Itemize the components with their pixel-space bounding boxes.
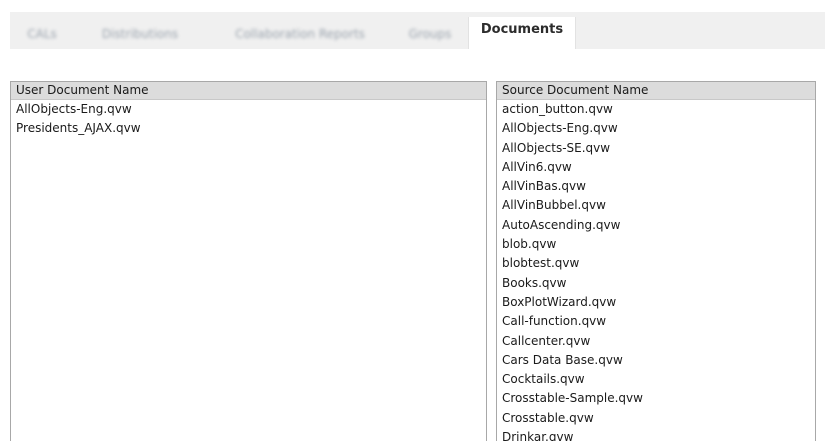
- user-documents-list[interactable]: User Document Name AllObjects-Eng.qvw Pr…: [10, 81, 487, 441]
- list-item[interactable]: BoxPlotWizard.qvw: [497, 293, 815, 312]
- tab-distributions[interactable]: Distributions: [80, 20, 200, 49]
- list-item[interactable]: Drinkar.qvw: [497, 428, 815, 441]
- list-item[interactable]: AllVinBas.qvw: [497, 177, 815, 196]
- list-item[interactable]: Crosstable-Sample.qvw: [497, 389, 815, 408]
- list-item[interactable]: AllObjects-SE.qvw: [497, 139, 815, 158]
- list-item[interactable]: Crosstable.qvw: [497, 409, 815, 428]
- tab-cals[interactable]: CALs: [20, 20, 64, 49]
- list-item[interactable]: AllVinBubbel.qvw: [497, 196, 815, 215]
- list-item[interactable]: AutoAscending.qvw: [497, 216, 815, 235]
- list-item[interactable]: AllObjects-Eng.qvw: [11, 100, 486, 119]
- tab-documents[interactable]: Documents: [468, 17, 576, 49]
- list-item[interactable]: AllVin6.qvw: [497, 158, 815, 177]
- page: CALs Distributions Collaboration Reports…: [0, 0, 825, 441]
- list-item[interactable]: AllObjects-Eng.qvw: [497, 119, 815, 138]
- user-document-name-header[interactable]: User Document Name: [11, 82, 486, 100]
- tab-collaboration-reports[interactable]: Collaboration Reports: [210, 20, 390, 49]
- list-item[interactable]: blobtest.qvw: [497, 254, 815, 273]
- source-document-name-header[interactable]: Source Document Name: [497, 82, 815, 100]
- list-item[interactable]: Cars Data Base.qvw: [497, 351, 815, 370]
- list-item[interactable]: Cocktails.qvw: [497, 370, 815, 389]
- source-documents-list[interactable]: Source Document Name action_button.qvw A…: [496, 81, 816, 441]
- list-item[interactable]: Call-function.qvw: [497, 312, 815, 331]
- tab-groups[interactable]: Groups: [398, 20, 462, 49]
- tab-bar: CALs Distributions Collaboration Reports…: [10, 12, 825, 49]
- list-item[interactable]: blob.qvw: [497, 235, 815, 254]
- list-item[interactable]: action_button.qvw: [497, 100, 815, 119]
- list-item[interactable]: Books.qvw: [497, 274, 815, 293]
- list-item[interactable]: Presidents_AJAX.qvw: [11, 119, 486, 138]
- list-item[interactable]: Callcenter.qvw: [497, 332, 815, 351]
